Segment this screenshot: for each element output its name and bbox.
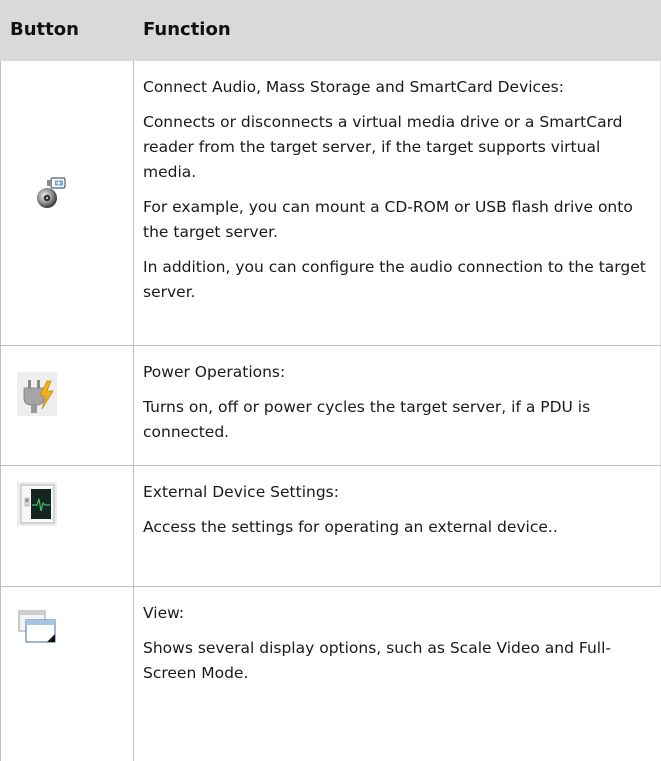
header-function: Function [143, 19, 231, 40]
function-cell: View: Shows several display options, suc… [143, 601, 658, 696]
function-description: For example, you can mount a CD-ROM or U… [143, 198, 633, 241]
function-title: Connect Audio, Mass Storage and SmartCar… [143, 78, 564, 96]
header-button: Button [10, 19, 79, 40]
function-description: In addition, you can configure the audio… [143, 258, 646, 301]
table-row: Power Operations: Turns on, off or power… [0, 346, 661, 466]
table-header-row: Button Function [0, 0, 661, 61]
function-description: Access the settings for operating an ext… [143, 518, 558, 536]
table-row: External Device Settings: Access the set… [0, 466, 661, 587]
function-table: Button Function Connect Audio, Mass Stor… [0, 0, 661, 761]
function-cell: Connect Audio, Mass Storage and SmartCar… [143, 75, 658, 315]
function-title: Power Operations: [143, 363, 286, 381]
function-description: Turns on, off or power cycles the target… [143, 398, 591, 441]
function-description: Connects or disconnects a virtual media … [143, 113, 623, 181]
power-plug-icon [17, 372, 57, 416]
table-row: Connect Audio, Mass Storage and SmartCar… [0, 61, 661, 346]
external-device-icon [17, 482, 57, 526]
virtual-media-icon [37, 177, 66, 208]
view-windows-icon [18, 610, 56, 643]
function-title: External Device Settings: [143, 483, 339, 501]
function-cell: External Device Settings: Access the set… [143, 480, 658, 550]
table-row: View: Shows several display options, suc… [0, 587, 661, 761]
function-cell: Power Operations: Turns on, off or power… [143, 360, 658, 455]
function-description: Shows several display options, such as S… [143, 639, 611, 682]
function-title: View: [143, 604, 185, 622]
